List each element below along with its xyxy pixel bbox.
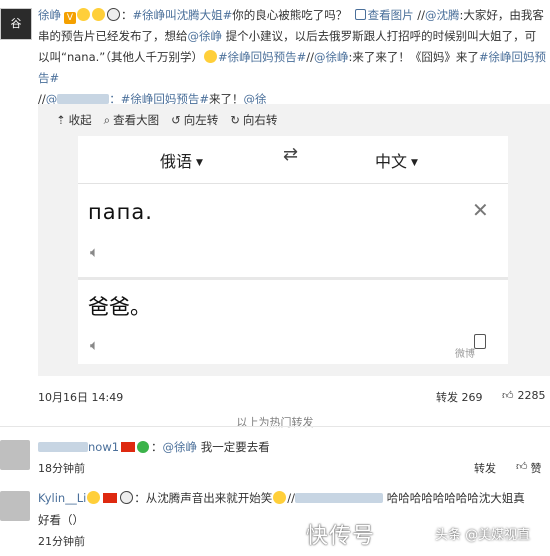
collapse-button[interactable]: ⇡ 收起 <box>56 112 92 128</box>
rotate-left-button[interactable]: ↺ 向左转 <box>171 112 218 128</box>
repost-separator: // <box>306 50 315 64</box>
search-icon: ⌕ <box>103 112 111 127</box>
emoji-icon <box>77 8 90 21</box>
emoji-icon <box>204 50 217 63</box>
watermark: 快传号 <box>306 524 376 549</box>
image-icon <box>354 9 366 20</box>
post-text: 提个小建议，以后去俄罗斯跟人打招呼的时候别叫大姐了，可 <box>222 29 537 43</box>
source-language-select[interactable]: 俄语 ▼ <box>160 148 203 172</box>
comment-time: 18分钟前 <box>38 462 85 475</box>
comment-text: 我一定要去看 <box>200 440 270 454</box>
translated-text: 爸爸。 <box>88 295 151 319</box>
speaker-icon[interactable]: 🔈︎ <box>90 336 99 354</box>
blurred-username <box>38 442 88 452</box>
divider <box>78 277 508 280</box>
rotate-right-button[interactable]: ↻ 向右转 <box>230 112 277 128</box>
topic-link[interactable]: #徐峥回妈预告# <box>218 50 306 64</box>
comment-repost-button[interactable]: 转发 <box>474 460 496 476</box>
swap-languages-icon[interactable]: ⇄ <box>283 144 298 165</box>
post-body: 徐峥 V ：#徐峥叫沈腾大姐#你的良心被熊吃了吗？ 查看图片 //@沈腾:大家好，由… <box>38 5 548 110</box>
commenter-avatar[interactable] <box>0 491 30 521</box>
mention-link[interactable]: @徐峥 <box>188 29 223 43</box>
hot-repost-label: 以上为热门转发 <box>236 416 314 429</box>
source-text: папа. <box>88 200 153 224</box>
panda-icon <box>107 8 120 21</box>
view-large-button[interactable]: ⌕ 查看大图 <box>104 112 159 128</box>
verified-badge-icon: V <box>64 12 76 24</box>
watermark-sub: 头条 @美媒视直 <box>435 528 531 543</box>
view-image-link[interactable]: 查看图片 <box>368 8 414 22</box>
rotate-left-icon: ↺ <box>171 113 181 127</box>
china-flag-icon <box>103 493 118 503</box>
topic-link[interactable]: #徐峥叫沈腾大姐# <box>133 8 233 22</box>
repost-separator: // <box>417 8 425 22</box>
mention-link[interactable]: @徐峥 <box>314 50 349 64</box>
speaker-icon[interactable]: 🔈︎ <box>90 243 99 261</box>
post-text: :大家好，由我客 <box>459 8 544 22</box>
member-badge-icon <box>137 441 150 453</box>
commenter-name[interactable]: Kylin__Li <box>38 491 86 505</box>
author-avatar[interactable]: 谷 <box>0 8 32 40</box>
emoji-icon <box>87 491 101 504</box>
comment-text: 哈哈哈哈哈哈哈哈沈大姐真 <box>386 491 525 505</box>
rotate-right-icon: ↻ <box>230 113 240 127</box>
caret-down-icon: ▼ <box>196 158 203 168</box>
post-text: 以叫“nana.”（其他人千万别学） <box>38 50 203 64</box>
laugh-emoji-icon <box>273 491 287 504</box>
author-name[interactable]: 徐峥 <box>38 8 61 22</box>
divider <box>0 426 550 427</box>
like-button[interactable]: 👍︎ 2285 <box>502 389 546 402</box>
arrow-up-icon: ⇡ <box>56 113 66 127</box>
post-text: :来了来了！《囧妈》来了 <box>348 50 479 64</box>
comment-text-line2: 好看（） <box>38 513 84 527</box>
thumbs-up-icon: 👍︎ <box>516 460 528 473</box>
post-text: 串的预告片已经发布了，想给 <box>38 29 188 43</box>
mention-link[interactable]: @沈腾 <box>425 8 460 22</box>
comment-text: ：从沈腾声音出来就开始笑 <box>134 491 273 505</box>
commenter-name[interactable]: now1 <box>38 440 119 454</box>
media-toolbar: ⇡ 收起 ⌕ 查看大图 ↺ 向左转 ↻ 向右转 <box>56 112 277 128</box>
blurred-username <box>57 94 110 104</box>
colon-text: ： <box>121 8 133 22</box>
thumbs-up-icon: 👍︎ <box>502 389 514 402</box>
blurred-username <box>295 493 384 503</box>
emoji-icon <box>92 8 105 21</box>
post-text: 你的良心被熊吃了吗？ <box>232 8 348 22</box>
china-flag-icon <box>121 442 136 452</box>
repost-count[interactable]: 转发 269 <box>436 389 483 405</box>
commenter-avatar[interactable] <box>0 440 30 470</box>
post-date[interactable]: 10月16日 14:49 <box>38 389 123 405</box>
panda-icon <box>120 491 134 504</box>
caret-down-icon: ▼ <box>411 158 418 168</box>
comment-line: now1 ：@徐峥 我一定要去看 <box>38 437 270 457</box>
comment-like-button[interactable]: 👍︎ 赞 <box>516 460 542 476</box>
divider <box>78 183 508 184</box>
mention-link[interactable]: @徐峥 <box>163 440 198 454</box>
target-language-select[interactable]: 中文 ▼ <box>375 148 418 172</box>
close-icon[interactable]: ✕ <box>472 198 489 222</box>
comment-time: 21分钟前 <box>38 535 85 548</box>
weibo-watermark: 微博 <box>455 349 475 360</box>
copy-icon[interactable] <box>474 334 486 349</box>
translator-card <box>78 136 508 364</box>
comment-line: Kylin__Li ：从沈腾声音出来就开始笑// 哈哈哈哈哈哈哈哈沈大姐真 <box>38 491 525 505</box>
